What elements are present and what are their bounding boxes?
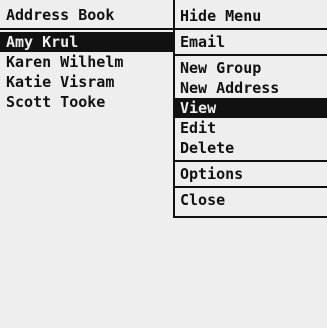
contact-item-scott-tooke[interactable]: Scott Tooke: [0, 92, 173, 112]
title-divider: [0, 28, 175, 30]
address-book-screen: Address Book Amy Krul Karen Wilhelm Kati…: [0, 0, 327, 328]
contact-item-karen-wilhelm[interactable]: Karen Wilhelm: [0, 52, 173, 72]
contact-list: Amy Krul Karen Wilhelm Katie Visram Scot…: [0, 32, 173, 112]
menu-item-delete[interactable]: Delete: [175, 138, 327, 158]
menu-separator: [175, 28, 327, 30]
menu-item-view[interactable]: View: [175, 98, 327, 118]
menu-separator: [175, 160, 327, 162]
menu-separator: [175, 54, 327, 56]
context-menu: Hide Menu Email New Group New Address Vi…: [173, 0, 327, 218]
menu-item-hide-menu[interactable]: Hide Menu: [175, 6, 327, 26]
menu-item-close[interactable]: Close: [175, 190, 327, 210]
contact-item-katie-visram[interactable]: Katie Visram: [0, 72, 173, 92]
menu-item-edit[interactable]: Edit: [175, 118, 327, 138]
menu-item-new-address[interactable]: New Address: [175, 78, 327, 98]
menu-item-email[interactable]: Email: [175, 32, 327, 52]
menu-item-new-group[interactable]: New Group: [175, 58, 327, 78]
page-title: Address Book: [6, 6, 115, 24]
contact-item-amy-krul[interactable]: Amy Krul: [0, 32, 173, 52]
menu-item-options[interactable]: Options: [175, 164, 327, 184]
menu-separator: [175, 186, 327, 188]
